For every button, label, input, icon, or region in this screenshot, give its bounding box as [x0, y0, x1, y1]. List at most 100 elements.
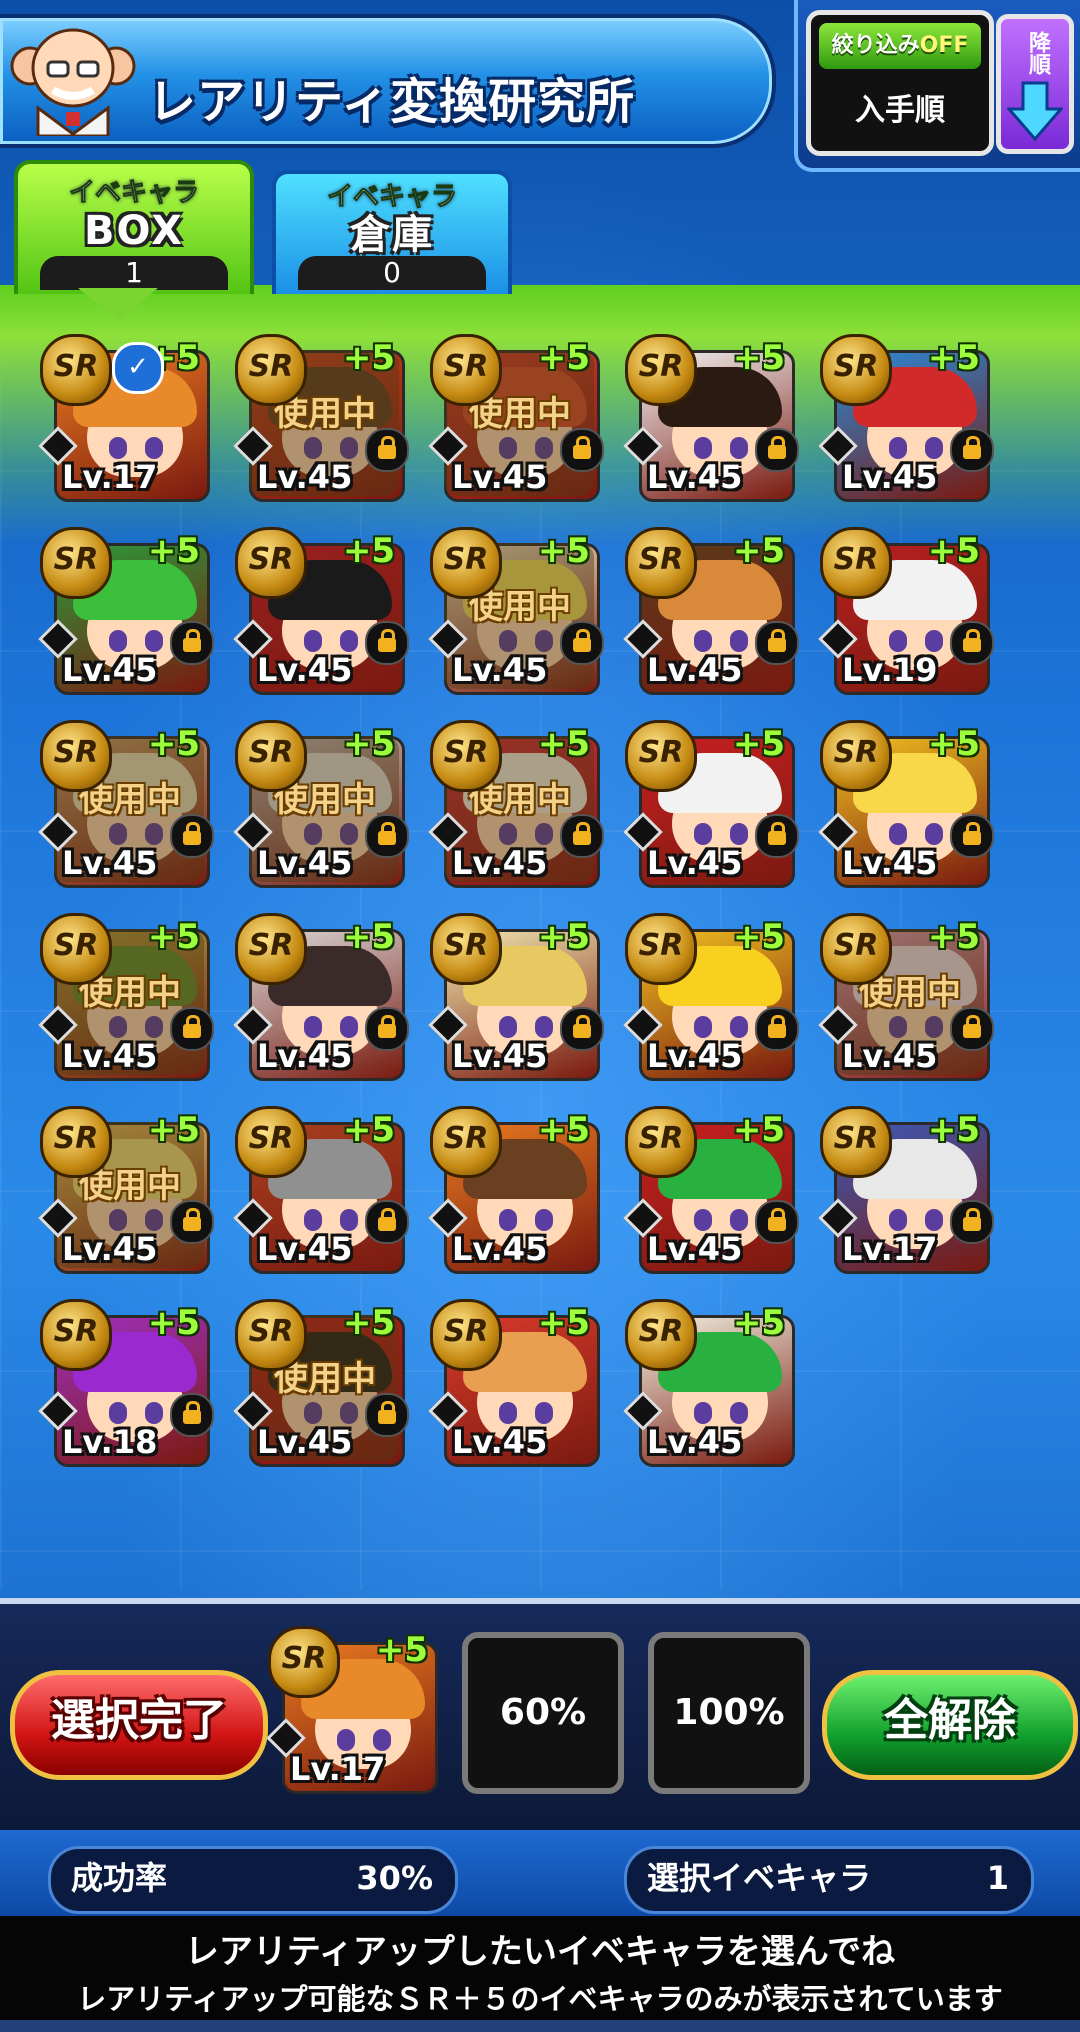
character-eye: [145, 1402, 163, 1424]
character-eye: [535, 1209, 553, 1231]
plus-five-label: +5: [147, 1303, 200, 1343]
level-label: Lv.45: [257, 1230, 353, 1268]
character-card[interactable]: SR +5 Lv.19: [818, 527, 994, 695]
character-eye: [145, 630, 163, 652]
character-eye: [694, 1402, 712, 1424]
character-card[interactable]: 使用中 SR +5 Lv.45: [38, 913, 214, 1081]
character-eye: [340, 1016, 358, 1038]
character-card[interactable]: 使用中 SR +5 Lv.45: [38, 1106, 214, 1274]
tab-event-box[interactable]: イベキャラ BOX 1: [14, 160, 254, 294]
level-label: Lv.45: [452, 458, 548, 496]
level-label: Lv.45: [842, 1037, 938, 1075]
character-eye: [889, 1209, 907, 1231]
sr-rarity-icon: SR: [820, 913, 892, 985]
character-eye: [337, 1729, 355, 1751]
level-label: Lv.45: [452, 1037, 548, 1075]
character-card[interactable]: 使用中 SR +5 Lv.45: [233, 720, 409, 888]
character-card[interactable]: SR +5 Lv.45: [233, 913, 409, 1081]
character-card[interactable]: SR +5 Lv.45: [623, 1299, 795, 1467]
sr-rarity-icon: SR: [625, 913, 697, 985]
professor-mascot-icon: [10, 28, 136, 136]
character-card[interactable]: 使用中 SR +5 Lv.45: [233, 1299, 409, 1467]
selected-character-card[interactable]: SR +5 Lv.17: [266, 1626, 438, 1794]
level-label: Lv.45: [452, 651, 548, 689]
plus-five-label: +5: [927, 1110, 980, 1150]
character-card[interactable]: 使用中 SR +5 Lv.45: [38, 720, 214, 888]
tab-box-caption: イベキャラ: [68, 178, 199, 209]
character-eye: [925, 1209, 943, 1231]
page-title: レアリティ変換研究所: [148, 74, 636, 130]
plus-five-label: +5: [342, 724, 395, 764]
plus-five-label: +5: [147, 917, 200, 957]
material-slot-100[interactable]: 100%: [648, 1632, 810, 1794]
character-card[interactable]: SR +5 Lv.45: [623, 334, 799, 502]
instruction-line-2: レアリティアップ可能なＳＲ＋５のイベキャラのみが表示されています: [77, 1982, 1003, 2016]
select-complete-button[interactable]: 選択完了: [10, 1670, 268, 1780]
tab-event-storage[interactable]: イベキャラ 倉庫 0: [272, 170, 512, 294]
character-card[interactable]: 使用中 SR +5 Lv.45: [428, 527, 604, 695]
tab-storage-title: 倉庫: [350, 212, 434, 258]
character-card[interactable]: SR +5 Lv.45: [623, 527, 799, 695]
plus-five-label: +5: [732, 724, 785, 764]
character-eye: [730, 1209, 748, 1231]
sr-rarity-icon: SR: [235, 1299, 307, 1371]
character-eye: [730, 1016, 748, 1038]
character-eye: [730, 630, 748, 652]
character-card[interactable]: 使用中 SR +5 Lv.45: [428, 720, 604, 888]
character-card[interactable]: SR +5 Lv.17: [818, 1106, 994, 1274]
plus-five-label: +5: [147, 1110, 200, 1150]
sr-rarity-icon: SR: [235, 720, 307, 792]
plus-five-label: +5: [732, 1303, 785, 1343]
character-card[interactable]: SR +5 Lv.45: [623, 913, 799, 1081]
sort-direction-button[interactable]: 降順: [996, 14, 1074, 154]
character-card[interactable]: SR +5 Lv.45: [233, 1106, 409, 1274]
level-label: Lv.45: [257, 651, 353, 689]
character-card[interactable]: SR +5 Lv.45: [623, 1106, 799, 1274]
filter-order-button[interactable]: 絞り込みOFF 入手順: [806, 10, 994, 156]
sr-rarity-icon: SR: [820, 527, 892, 599]
character-eye: [889, 437, 907, 459]
character-eye: [730, 823, 748, 845]
level-label: Lv.17: [842, 1230, 938, 1268]
character-card[interactable]: 使用中 SR +5 Lv.45: [818, 913, 994, 1081]
plus-five-label: +5: [342, 338, 395, 378]
sr-rarity-icon: SR: [430, 1106, 502, 1178]
material-slot-60[interactable]: 60%: [462, 1632, 624, 1794]
character-eye: [304, 630, 322, 652]
sr-rarity-icon: SR: [40, 913, 112, 985]
character-eye: [889, 630, 907, 652]
character-eye: [109, 1402, 127, 1424]
character-card[interactable]: SR +5 Lv.45: [428, 1299, 600, 1467]
character-eye: [730, 437, 748, 459]
character-card[interactable]: SR +5 Lv.45: [623, 720, 799, 888]
clear-all-button[interactable]: 全解除: [822, 1670, 1078, 1780]
character-card[interactable]: 使用中 SR +5 Lv.45: [233, 334, 409, 502]
character-eye: [499, 1402, 517, 1424]
sr-rarity-icon: SR: [40, 527, 112, 599]
filter-status-value: OFF: [919, 33, 969, 58]
character-eye: [889, 823, 907, 845]
plus-five-label: +5: [342, 917, 395, 957]
character-card[interactable]: SR +5 Lv.45: [428, 913, 604, 1081]
character-card[interactable]: SR +5 Lv.45: [233, 527, 409, 695]
character-card[interactable]: SR +5 Lv.45: [818, 720, 994, 888]
level-label: Lv.45: [647, 458, 743, 496]
character-card[interactable]: SR +5 Lv.45: [818, 334, 994, 502]
character-card[interactable]: SR +5 Lv.45: [38, 527, 214, 695]
plus-five-label: +5: [732, 531, 785, 571]
character-card[interactable]: SR +5 Lv.45: [428, 1106, 600, 1274]
sr-rarity-icon: SR: [625, 1106, 697, 1178]
level-label: Lv.45: [452, 1423, 548, 1461]
character-eye: [694, 823, 712, 845]
success-rate-label: 成功率: [71, 1859, 168, 1897]
level-label: Lv.19: [842, 651, 938, 689]
character-card[interactable]: SR +5 Lv.18: [38, 1299, 214, 1467]
plus-five-label: +5: [732, 1110, 785, 1150]
sr-rarity-icon: SR: [40, 720, 112, 792]
character-eye: [694, 1016, 712, 1038]
character-eye: [535, 1402, 553, 1424]
sr-rarity-icon: SR: [625, 527, 697, 599]
character-card[interactable]: SR +5 Lv.17 ✓: [38, 334, 210, 502]
active-tab-pointer: [78, 288, 158, 320]
character-card[interactable]: 使用中 SR +5 Lv.45: [428, 334, 604, 502]
